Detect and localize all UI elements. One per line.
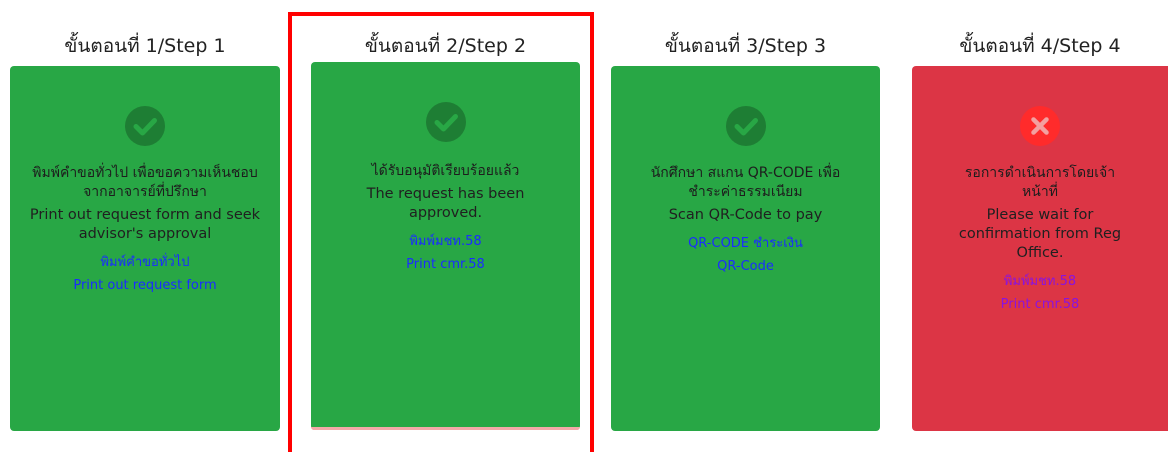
step-1-thai-text: พิมพ์คำขอทั่วไป เพื่อขอความเห็นชอบจากอาจ…: [32, 165, 258, 200]
print-cmr58-thai-link[interactable]: พิมพ์มชท.58: [325, 233, 566, 251]
step-2-body: ได้รับอนุมัติเรียบร้อยแล้ว The request h…: [325, 162, 566, 274]
step-2-thai-text: ได้รับอนุมัติเรียบร้อยแล้ว: [371, 163, 520, 179]
print-request-thai-link[interactable]: พิมพ์คำขอทั่วไป: [24, 254, 266, 272]
step-1-card: พิมพ์คำขอทั่วไป เพื่อขอความเห็นชอบจากอาจ…: [10, 66, 280, 431]
step-2-card: ได้รับอนุมัติเรียบร้อยแล้ว The request h…: [311, 62, 580, 430]
step-4-thai-text: รอการดำเนินการโดยเจ้าหน้าที่: [964, 165, 1116, 200]
step-2-eng-text: The request has been approved.: [366, 186, 525, 221]
step-4-title: ขั้นตอนที่ 4/Step 4: [959, 35, 1121, 57]
step-4-body: รอการดำเนินการโดยเจ้าหน้าที่ Please wait…: [952, 164, 1128, 314]
step-3-body: นักศึกษา สแกน QR-CODE เพื่อชำระค่าธรรมเน…: [641, 164, 850, 276]
step-1-title: ขั้นตอนที่ 1/Step 1: [64, 35, 226, 57]
step-1-eng-text: Print out request form and seek advisor'…: [29, 207, 261, 242]
step-4-card: รอการดำเนินการโดยเจ้าหน้าที่ Please wait…: [912, 66, 1168, 431]
qr-code-pay-thai-link[interactable]: QR-CODE ชำระเงิน: [641, 235, 850, 253]
step-2-title: ขั้นตอนที่ 2/Step 2: [364, 35, 527, 57]
step-3-title: ขั้นตอนที่ 3/Step 3: [664, 35, 827, 57]
print-cmr58-link[interactable]: Print cmr.58: [325, 256, 566, 274]
check-circle-icon: [425, 102, 466, 142]
step-3-thai-text: นักศึกษา สแกน QR-CODE เพื่อชำระค่าธรรมเน…: [650, 165, 841, 200]
qr-code-link[interactable]: QR-Code: [641, 258, 850, 276]
step-3-card: นักศึกษา สแกน QR-CODE เพื่อชำระค่าธรรมเน…: [611, 66, 880, 431]
step-4-eng-text: Please wait for confirmation from Reg Of…: [958, 207, 1122, 261]
print-request-link[interactable]: Print out request form: [24, 277, 266, 295]
card-bottom-edge: [311, 427, 580, 430]
print-cmr58-link[interactable]: Print cmr.58: [952, 296, 1128, 314]
check-circle-icon: [725, 106, 766, 146]
check-circle-icon: [125, 106, 165, 146]
step-3-eng-text: Scan QR-Code to pay: [668, 207, 823, 223]
step-1-body: พิมพ์คำขอทั่วไป เพื่อขอความเห็นชอบจากอาจ…: [24, 164, 266, 295]
x-circle-icon: [1020, 106, 1060, 146]
print-cmr58-thai-link[interactable]: พิมพ์มชท.58: [952, 273, 1128, 291]
